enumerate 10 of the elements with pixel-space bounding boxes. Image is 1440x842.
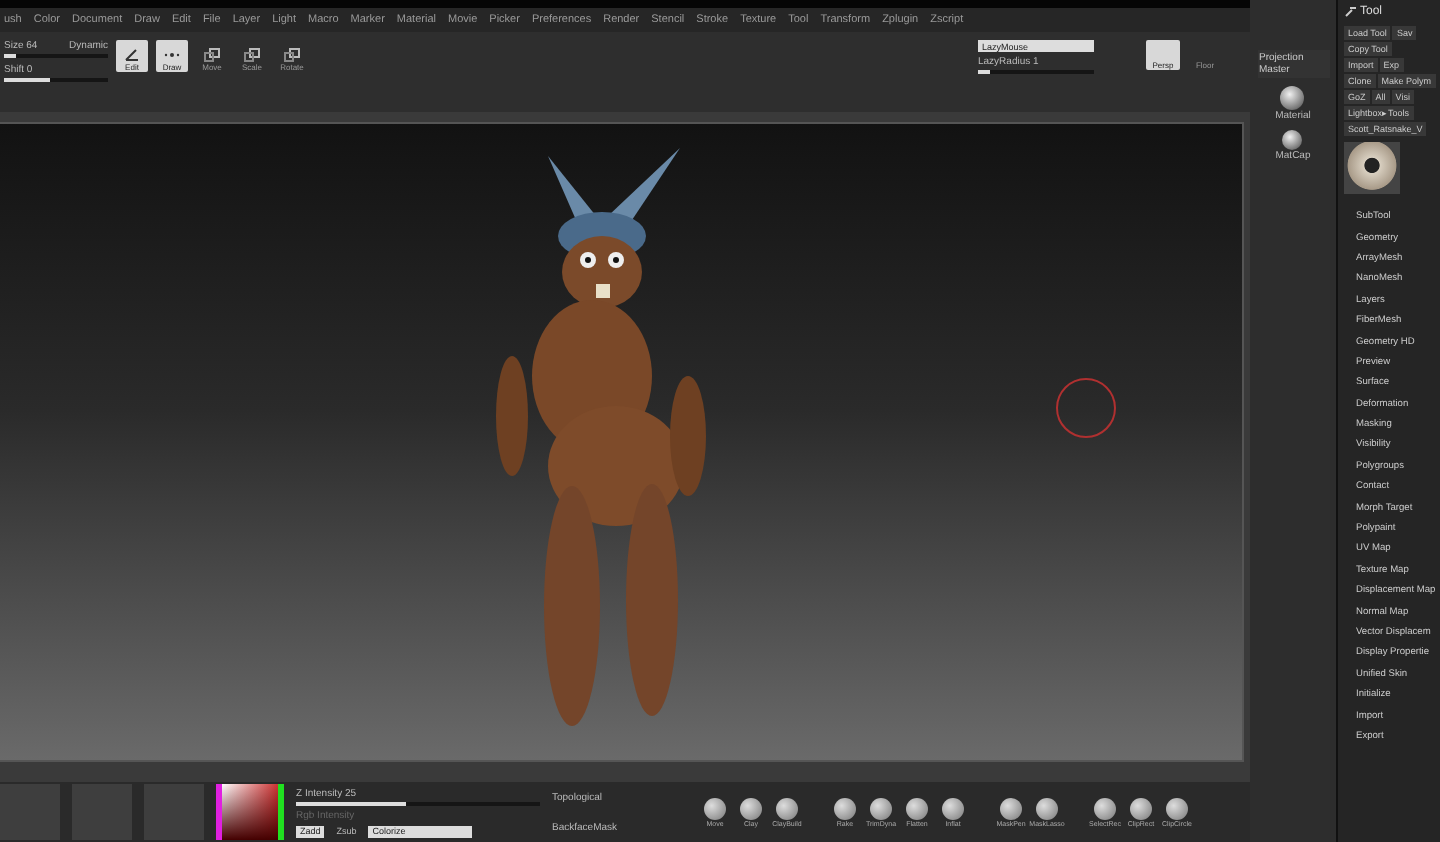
color-picker[interactable] bbox=[216, 784, 284, 840]
squares-icon bbox=[284, 48, 300, 62]
pencil-icon bbox=[124, 48, 140, 62]
squares-icon bbox=[204, 48, 220, 62]
hammer-icon bbox=[1344, 6, 1356, 18]
squares-icon bbox=[244, 48, 260, 62]
tool-thumbnail[interactable] bbox=[1344, 142, 1400, 194]
dots-icon bbox=[164, 48, 180, 62]
canvas[interactable] bbox=[0, 122, 1244, 762]
brush-cursor-icon bbox=[1056, 378, 1116, 438]
